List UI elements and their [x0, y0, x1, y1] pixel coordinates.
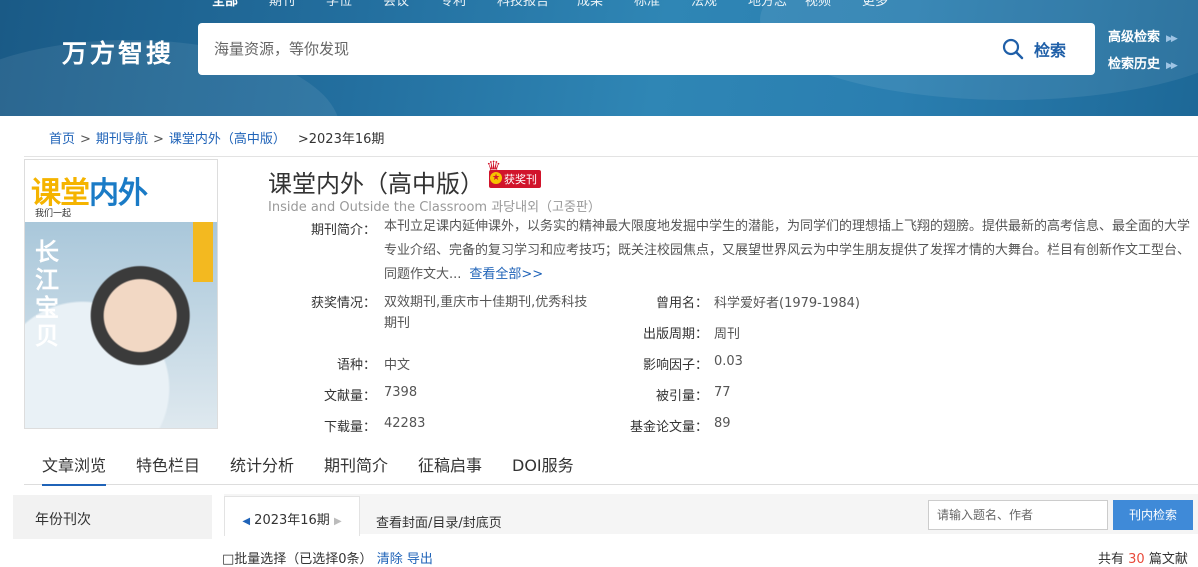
intro-label: 期刊简介： — [310, 223, 376, 238]
nav-item-report[interactable]: 科技报告 — [497, 0, 577, 9]
breadcrumb: 首页 > 期刊导航 > 课堂内外（高中版） >2023年16期 — [49, 128, 384, 147]
nav-item-local-chronicle[interactable]: 地方志 — [748, 0, 805, 9]
inner-search-input[interactable] — [928, 500, 1108, 530]
award-badge: ♛ 获奖刊 ★ — [486, 158, 546, 188]
tab-journal-intro[interactable]: 期刊简介 — [324, 452, 388, 476]
impact-factor-label: 影响因子： — [642, 358, 708, 373]
breadcrumb-journal-nav[interactable]: 期刊导航 — [96, 132, 148, 147]
former-name-label: 曾用名： — [655, 296, 708, 311]
result-count-prefix: 共有 — [1098, 552, 1125, 567]
nav-item-conference[interactable]: 会议 — [383, 0, 440, 9]
downloads-value: 42283 — [384, 416, 426, 431]
divider — [24, 156, 1198, 157]
nav-item-journal[interactable]: 期刊 — [269, 0, 326, 9]
nav-item-video[interactable]: 视频 — [805, 0, 862, 9]
sidebar-year-issue[interactable]: 年份刊次 — [13, 495, 212, 539]
export-link[interactable]: 导出 — [407, 552, 433, 567]
cover-vertical-text: 长江宝贝 — [35, 238, 59, 350]
tab-call-for-papers[interactable]: 征稿启事 — [418, 452, 482, 476]
nav-item-law[interactable]: 法规 — [691, 0, 748, 9]
period-value: 周刊 — [714, 327, 741, 342]
language-value: 中文 — [384, 358, 411, 373]
nav-item-more[interactable]: 更多 — [862, 0, 919, 9]
tab-doi-service[interactable]: DOI服务 — [512, 452, 574, 476]
site-header: 全部 期刊 学位 会议 专利 科技报告 成果 标准 法规 地方志 视频 更多 万… — [0, 0, 1198, 116]
result-count-suffix: 篇文献 — [1148, 552, 1188, 567]
language-label: 语种： — [336, 358, 376, 373]
triangle-left-icon[interactable]: ◀ — [242, 516, 250, 527]
tab-article-browse[interactable]: 文章浏览 — [42, 452, 107, 486]
journal-english-title: Inside and Outside the Classroom 과당내외（고중… — [268, 200, 601, 215]
breadcrumb-current: >2023年16期 — [297, 132, 385, 147]
journal-tabs: 文章浏览 特色栏目 统计分析 期刊简介 征稿启事 DOI服务 — [24, 452, 1198, 486]
view-cover-link[interactable]: 查看封面/目录/封底页 — [376, 512, 502, 531]
breadcrumb-journal[interactable]: 课堂内外（高中版） — [169, 132, 286, 147]
intro-more-link[interactable]: 查看全部>> — [469, 267, 543, 282]
breadcrumb-separator: > — [152, 132, 164, 147]
cited-value: 77 — [714, 385, 731, 400]
advanced-search-label: 高级检索 — [1108, 30, 1161, 45]
search-history-link[interactable]: 检索历史 ▶▶ — [1108, 52, 1178, 79]
nav-item-all[interactable]: 全部 — [212, 0, 269, 9]
downloads-label: 下载量： — [323, 420, 376, 435]
result-count-number: 30 — [1128, 552, 1145, 567]
triangle-right-icon[interactable]: ▶ — [334, 516, 342, 527]
former-name-value: 科学爱好者(1979-1984) — [714, 296, 861, 311]
cited-label: 被引量： — [655, 389, 708, 404]
issue-selector[interactable]: ◀ 2023年16期 ▶ — [224, 496, 360, 536]
site-logo[interactable]: 万方智搜 — [62, 34, 174, 70]
batch-select-checkbox[interactable]: □批量选择（已选择0条） — [222, 552, 373, 567]
search-icon — [1002, 38, 1024, 60]
nav-item-standard[interactable]: 标准 — [634, 0, 691, 9]
cover-tag — [193, 222, 213, 282]
clear-link[interactable]: 清除 — [377, 552, 403, 567]
fund-papers-value: 89 — [714, 416, 731, 431]
inner-search-button[interactable]: 刊内检索 — [1113, 500, 1193, 530]
top-nav: 全部 期刊 学位 会议 专利 科技报告 成果 标准 法规 地方志 视频 更多 — [212, 0, 919, 9]
double-chevron-right-icon: ▶▶ — [1166, 61, 1178, 71]
search-button[interactable]: 检索 — [1002, 37, 1066, 61]
search-box: 检索 — [198, 23, 1095, 75]
tab-statistics[interactable]: 统计分析 — [230, 452, 294, 476]
award-value: 双效期刊,重庆市十佳期刊,优秀科技期刊 — [384, 295, 588, 331]
star-icon: ★ — [490, 172, 502, 184]
journal-intro: 本刊立足课内延伸课外，以务实的精神最大限度地发掘中学生的潜能，为同学们的理想插上… — [384, 215, 1198, 287]
impact-factor-value: 0.03 — [714, 354, 743, 369]
doc-count-label: 文献量： — [323, 389, 376, 404]
search-history-label: 检索历史 — [1108, 57, 1161, 72]
nav-item-achievement[interactable]: 成果 — [577, 0, 634, 9]
journal-title: 课堂内外（高中版） — [268, 170, 484, 198]
fund-papers-label: 基金论文量： — [629, 420, 708, 435]
period-label: 出版周期： — [642, 327, 708, 342]
issue-selector-label: 2023年16期 — [254, 513, 330, 528]
search-input[interactable] — [214, 36, 974, 62]
doc-count-value: 7398 — [384, 385, 418, 400]
cover-title-part2: 内外 — [89, 176, 148, 211]
header-links: 高级检索 ▶▶ 检索历史 ▶▶ — [1108, 25, 1178, 79]
search-button-label: 检索 — [1034, 41, 1067, 60]
double-chevron-right-icon: ▶▶ — [1166, 34, 1178, 44]
breadcrumb-separator: > — [80, 132, 91, 147]
award-label: 获奖情况： — [310, 296, 376, 311]
journal-cover[interactable]: 课堂内外 我们一起 长江宝贝 — [24, 159, 218, 429]
nav-item-degree[interactable]: 学位 — [326, 0, 383, 9]
advanced-search-link[interactable]: 高级检索 ▶▶ — [1108, 25, 1178, 52]
cover-subtitle: 我们一起 — [35, 209, 72, 219]
breadcrumb-home[interactable]: 首页 — [49, 132, 75, 147]
nav-item-patent[interactable]: 专利 — [440, 0, 497, 9]
tab-featured-columns[interactable]: 特色栏目 — [136, 452, 200, 476]
